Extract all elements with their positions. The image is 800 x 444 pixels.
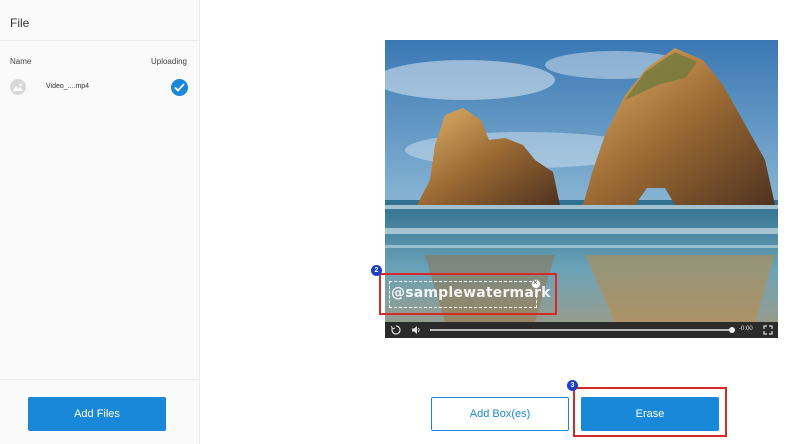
time-remaining: -0:00 (739, 326, 753, 332)
video-controls: -0:00 (385, 322, 778, 338)
divider (0, 379, 200, 380)
column-header-uploading: Uploading (150, 57, 187, 66)
divider (0, 40, 200, 41)
image-thumbnail-icon (10, 79, 26, 95)
step-highlight-watermark (379, 273, 557, 315)
seek-handle[interactable] (729, 327, 735, 333)
volume-icon[interactable] (411, 325, 421, 335)
add-box-button[interactable]: Add Box(es) (431, 397, 569, 431)
file-row[interactable]: Video_....mp4 (0, 74, 200, 102)
step-badge: 3 (567, 380, 578, 391)
fullscreen-icon[interactable] (763, 325, 773, 335)
add-files-button[interactable]: Add Files (28, 397, 166, 431)
seek-bar[interactable] (430, 329, 732, 331)
step-badge: 2 (371, 265, 382, 276)
step-highlight-erase (573, 387, 727, 437)
file-name: Video_....mp4 (46, 83, 90, 90)
column-header-name: Name (10, 57, 32, 66)
panel-title: File (10, 16, 30, 30)
replay-icon[interactable] (391, 325, 401, 335)
upload-complete-check-icon (171, 79, 188, 96)
file-panel: File Name Uploading Video_....mp4 Add Fi… (0, 0, 200, 444)
